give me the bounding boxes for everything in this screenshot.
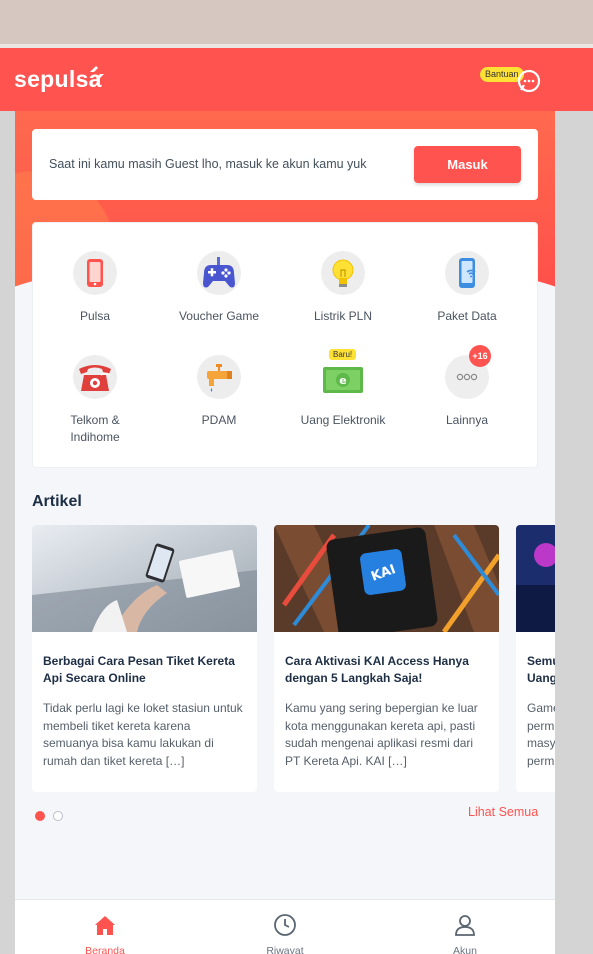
nav-label: Akun bbox=[453, 945, 477, 954]
help-chat-icon[interactable] bbox=[516, 68, 542, 94]
gamepad-icon bbox=[197, 251, 241, 295]
clock-icon bbox=[274, 914, 296, 936]
article-image bbox=[32, 525, 257, 632]
e-money-icon: e Baru! bbox=[321, 349, 365, 399]
browser-top-band bbox=[0, 0, 593, 44]
article-image: KAI bbox=[274, 525, 499, 632]
nav-label: Beranda bbox=[85, 945, 125, 954]
carousel-dot-active[interactable] bbox=[35, 811, 45, 821]
more-icon: +16 bbox=[445, 345, 491, 399]
article-excerpt: Game perm masy perm bbox=[527, 701, 555, 768]
article-card[interactable]: KAI Cara Aktivasi KAI Access Hanya denga… bbox=[274, 525, 499, 792]
menu-item-telkom-indihome[interactable]: Telkom & Indihome bbox=[33, 355, 157, 446]
user-icon bbox=[455, 915, 475, 936]
menu-label: Voucher Game bbox=[178, 309, 260, 323]
phone-icon bbox=[73, 251, 117, 295]
article-image bbox=[516, 525, 555, 632]
menu-label: Pulsa bbox=[79, 309, 111, 323]
count-badge: +16 bbox=[469, 345, 491, 367]
article-title[interactable]: Cara Aktivasi KAI Access Hanya dengan 5 … bbox=[285, 653, 488, 687]
nav-label: Riwayat bbox=[266, 945, 304, 954]
nav-item-riwayat[interactable]: Riwayat bbox=[195, 900, 375, 954]
article-title[interactable]: Semu Uang bbox=[527, 653, 555, 687]
article-excerpt: Kamu yang sering bepergian ke luar kota … bbox=[285, 701, 478, 768]
nav-item-akun[interactable]: Akun bbox=[375, 900, 555, 954]
menu-item-listrik-pln[interactable]: Listrik PLN bbox=[281, 251, 405, 325]
menu-label: Lainnya bbox=[445, 413, 489, 427]
menu-label: Paket Data bbox=[437, 309, 497, 323]
menu-label: Uang Elektronik bbox=[300, 413, 386, 427]
menu-item-pulsa[interactable]: Pulsa bbox=[33, 251, 157, 325]
menu-item-lainnya[interactable]: +16 Lainnya bbox=[405, 345, 529, 429]
login-button[interactable]: Masuk bbox=[414, 146, 521, 183]
new-badge: Baru! bbox=[329, 349, 357, 360]
menu-label: Listrik PLN bbox=[313, 309, 372, 323]
see-all-link[interactable]: Lihat Semua bbox=[468, 805, 538, 819]
home-icon bbox=[95, 916, 115, 935]
guest-card: Saat ini kamu masih Guest lho, masuk ke … bbox=[32, 129, 538, 200]
article-title[interactable]: Berbagai Cara Pesan Tiket Kereta Api Sec… bbox=[43, 653, 246, 687]
menu-label: Telkom & Indihome bbox=[70, 413, 120, 444]
background-pattern-right bbox=[555, 48, 593, 954]
svg-text:e: e bbox=[339, 374, 346, 387]
menu-label: PDAM bbox=[201, 413, 237, 427]
article-card[interactable]: Semu Uang Game perm masy perm bbox=[516, 525, 555, 792]
background-pattern-left bbox=[0, 48, 15, 954]
carousel-dot[interactable] bbox=[53, 811, 63, 821]
nav-item-beranda[interactable]: Beranda bbox=[15, 900, 195, 954]
article-excerpt: Tidak perlu lagi ke loket stasiun untuk … bbox=[43, 701, 243, 768]
bottom-navigation: Beranda Riwayat Akun bbox=[15, 899, 555, 954]
app-content: Saat ini kamu masih Guest lho, masuk ke … bbox=[15, 111, 555, 954]
menu-item-paket-data[interactable]: Paket Data bbox=[405, 251, 529, 325]
menu-item-uang-elektronik[interactable]: e Baru! Uang Elektronik bbox=[281, 349, 405, 429]
product-menu: Pulsa Voucher Game Listrik PLN Paket Dat… bbox=[32, 222, 538, 468]
data-phone-icon bbox=[445, 251, 489, 295]
logo-mark-icon bbox=[90, 66, 104, 80]
lightbulb-icon bbox=[321, 251, 365, 295]
water-tap-icon bbox=[197, 355, 241, 399]
menu-item-voucher-game[interactable]: Voucher Game bbox=[157, 251, 281, 325]
article-card[interactable]: Berbagai Cara Pesan Tiket Kereta Api Sec… bbox=[32, 525, 257, 792]
telephone-icon bbox=[73, 355, 117, 399]
menu-item-pdam[interactable]: PDAM bbox=[157, 355, 281, 429]
guest-message: Saat ini kamu masih Guest lho, masuk ke … bbox=[49, 157, 367, 171]
section-title-artikel: Artikel bbox=[32, 493, 82, 510]
